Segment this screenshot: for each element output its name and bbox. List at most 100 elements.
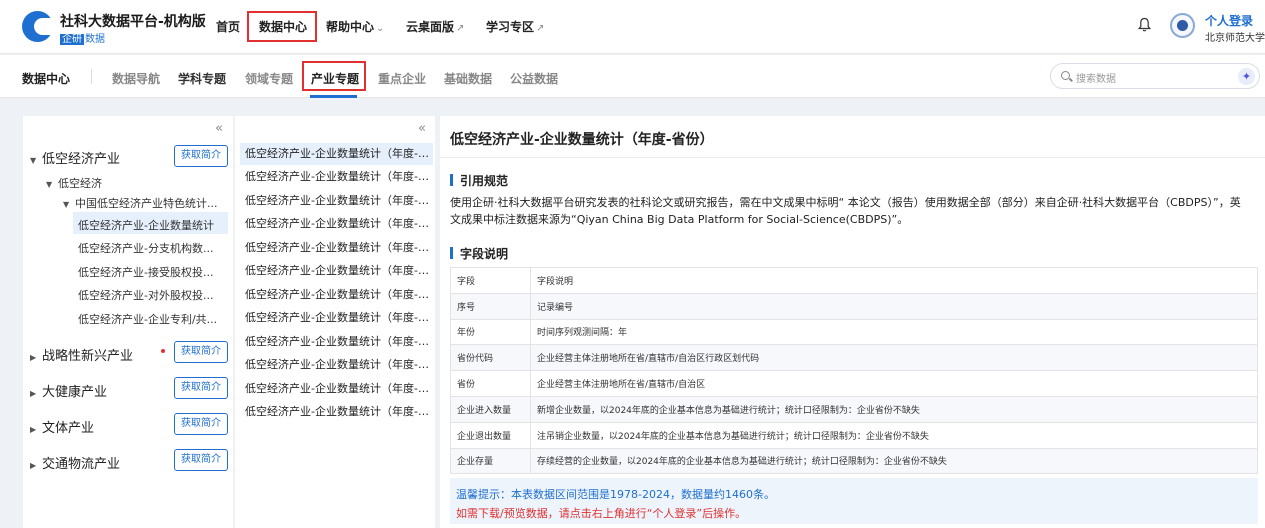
tab-field-topics[interactable]: 领域专题 bbox=[245, 70, 293, 87]
tree-leaf[interactable]: 低空经济产业-企业数量统计 bbox=[78, 217, 214, 233]
collapse-left-icon[interactable]: « bbox=[215, 121, 223, 136]
tree-leaf[interactable]: 低空经济产业-对外股权投... bbox=[78, 287, 213, 303]
nav-help-center[interactable]: 帮助中心 ⌄ bbox=[326, 18, 384, 35]
tree-leaf[interactable]: 低空经济产业-分支机构数... bbox=[78, 240, 213, 256]
search-icon bbox=[1061, 71, 1070, 80]
table-row: 序号 记录编号 bbox=[450, 293, 1258, 320]
login-required-tip: 如需下载/预览数据，请点击右上角进行“个人登录”后操作。 bbox=[456, 507, 747, 520]
tree-node-logistics[interactable]: ▶ 交通物流产业 bbox=[30, 453, 120, 472]
table-cell: 年份 bbox=[450, 319, 531, 346]
table-row: 省份代码 企业经营主体注册地所在省/直辖市/自治区行政区划代码 bbox=[450, 344, 1258, 372]
external-link-icon: ↗ bbox=[536, 23, 545, 34]
list-item[interactable]: 低空经济产业-企业数量统计（年度-行业） bbox=[240, 213, 433, 235]
tab-key-enterprises[interactable]: 重点企业 bbox=[378, 70, 426, 87]
bell-icon[interactable] bbox=[1138, 17, 1151, 32]
caret-right-icon: ▶ bbox=[30, 389, 37, 398]
table-cell: 新增企业数量，以2024年底的企业基本信息为基础进行统计；统计口径限制为：企业省… bbox=[530, 396, 1258, 423]
tree-leaf[interactable]: 低空经济产业-企业专利/共... bbox=[78, 311, 217, 327]
active-tab-underline bbox=[310, 95, 357, 98]
table-cell: 存续经营的企业数量，以2024年底的企业基本信息为基础进行统计；统计口径限制为：… bbox=[530, 448, 1258, 475]
tree-node-strategic-emerging[interactable]: ▶ 战略性新兴产业 bbox=[30, 345, 133, 364]
table-cell: 企业进入数量 bbox=[450, 396, 531, 423]
tab-data-navigation[interactable]: 数据导航 bbox=[112, 70, 160, 87]
list-item[interactable]: 低空经济产业-企业数量统计（年度-省份-行业） bbox=[240, 237, 433, 259]
sub-navbar: 数据中心 数据导航 学科专题 领域专题 产业专题 重点企业 基础数据 公益数据 … bbox=[0, 55, 1265, 98]
dataset-detail-panel: 低空经济产业-企业数量统计（年度-省份） 引用规范 使用企研·社科大数据平台研究… bbox=[440, 116, 1265, 528]
list-item[interactable]: 低空经济产业-企业数量统计（年度-城市-行业） bbox=[240, 260, 433, 282]
top-header: 社科大数据平台-机构版 企研 数据 首页 数据中心 帮助中心 ⌄ 云桌面版 ↗ 学习专… bbox=[0, 0, 1265, 54]
tab-subject-topics[interactable]: 学科专题 bbox=[178, 70, 226, 87]
tree-node-culture-sports[interactable]: ▶ 文体产业 bbox=[30, 417, 94, 436]
citation-heading: 引用规范 bbox=[450, 172, 508, 189]
new-dot-badge bbox=[161, 349, 165, 353]
collapse-mid-icon[interactable]: « bbox=[418, 121, 426, 136]
table-cell: 字段 bbox=[450, 267, 531, 294]
notice-box: 温馨提示：本表数据区间范围是1978-2024，数据量约1460条。 如需下载/… bbox=[450, 478, 1258, 524]
list-item[interactable]: 低空经济产业-企业数量统计（年度-登记状态） bbox=[240, 354, 433, 376]
brand-chip: 企研 bbox=[60, 34, 84, 45]
table-row: 字段 字段说明 bbox=[450, 267, 1258, 294]
sub-nav-title: 数据中心 bbox=[22, 72, 71, 86]
table-row: 企业存量 存续经营的企业数量，以2024年底的企业基本信息为基础进行统计；统计口径… bbox=[450, 448, 1258, 475]
list-item[interactable]: 低空经济产业-企业数量统计（年度-区县） bbox=[240, 190, 433, 212]
caret-down-icon: ▼ bbox=[63, 200, 70, 209]
table-cell: 企业存量 bbox=[450, 448, 531, 475]
table-cell: 注吊销企业数量，以2024年底的企业基本信息为基础进行统计；统计口径限制为：企业… bbox=[530, 422, 1258, 449]
table-cell: 省份 bbox=[450, 370, 531, 397]
divider bbox=[440, 157, 1265, 158]
divider bbox=[91, 69, 92, 84]
table-cell: 记录编号 bbox=[530, 293, 1258, 320]
get-intro-button[interactable]: 获取简介 bbox=[174, 449, 228, 471]
table-row: 企业退出数量 注吊销企业数量，以2024年底的企业基本信息为基础进行统计；统计口径… bbox=[450, 422, 1258, 449]
tab-basic-data[interactable]: 基础数据 bbox=[444, 70, 492, 87]
nav-cloud-desktop[interactable]: 云桌面版 ↗ bbox=[406, 18, 464, 35]
data-range-tip: 温馨提示：本表数据区间范围是1978-2024，数据量约1460条。 bbox=[456, 488, 775, 501]
get-intro-button[interactable]: 获取简介 bbox=[174, 341, 228, 363]
list-item[interactable]: 低空经济产业-企业数量统计（年度-注册资本） bbox=[240, 307, 433, 329]
brand-subtitle: 企研 数据 bbox=[60, 30, 105, 45]
table-cell: 企业经营主体注册地所在省/直辖市/自治区 bbox=[530, 370, 1258, 397]
table-cell: 字段说明 bbox=[530, 267, 1258, 294]
caret-down-icon: ▼ bbox=[30, 156, 37, 165]
page-title: 低空经济产业-企业数量统计（年度-省份） bbox=[450, 132, 714, 148]
list-item[interactable]: 低空经济产业-企业数量统计（年度-城市） bbox=[240, 166, 433, 188]
get-intro-button[interactable]: 获取简介 bbox=[174, 413, 228, 435]
brand-tail: 数据 bbox=[85, 34, 105, 45]
table-row: 年份 时间序列观测间隔：年 bbox=[450, 319, 1258, 346]
list-item[interactable]: 低空经济产业-企业数量统计（年度-城市-类型） bbox=[240, 401, 433, 423]
caret-down-icon: ▼ bbox=[46, 180, 53, 189]
tab-public-data[interactable]: 公益数据 bbox=[510, 70, 558, 87]
table-cell: 企业退出数量 bbox=[450, 422, 531, 449]
caret-right-icon: ▶ bbox=[30, 353, 37, 362]
nav-learning-zone[interactable]: 学习专区 ↗ bbox=[486, 18, 544, 35]
logo-icon[interactable] bbox=[22, 11, 53, 42]
tree-node-low-altitude[interactable]: ▼ 低空经济产业 bbox=[30, 148, 120, 167]
caret-right-icon: ▶ bbox=[30, 461, 37, 470]
tree-leaf[interactable]: 低空经济产业-接受股权投... bbox=[78, 264, 213, 280]
caret-right-icon: ▶ bbox=[30, 425, 37, 434]
list-item[interactable]: 低空经济产业-企业数量统计（年度-企业类型） bbox=[240, 331, 433, 353]
list-item[interactable]: 低空经济产业-企业数量统计（年度-区县-行业） bbox=[240, 284, 433, 306]
dataset-list-panel: « 低空经济产业-企业数量统计（年度-省份） 低空经济产业-企业数量统计（年度-… bbox=[235, 116, 435, 528]
citation-text: 使用企研·社科大数据平台研究发表的社科论文或研究报告，需在中文成果中标明“ 本论… bbox=[450, 196, 1241, 226]
avatar[interactable] bbox=[1170, 13, 1195, 38]
brand-title[interactable]: 社科大数据平台-机构版 bbox=[60, 11, 206, 31]
nav-home[interactable]: 首页 bbox=[216, 18, 240, 35]
table-row: 企业进入数量 新增企业数量，以2024年底的企业基本信息为基础进行统计；统计口径限… bbox=[450, 396, 1258, 423]
field-table: 字段 字段说明 序号 记录编号 年份 时间序列观测间隔：年 省份代码 企业经营主体注册地… bbox=[450, 267, 1258, 475]
search-input[interactable]: 搜索数据 ✦ bbox=[1050, 63, 1260, 89]
get-intro-button[interactable]: 获取简介 bbox=[174, 145, 228, 167]
login-link[interactable]: 个人登录 bbox=[1205, 12, 1253, 29]
tree-node-low-altitude-economy[interactable]: ▼ 低空经济 bbox=[46, 175, 102, 191]
table-cell: 时间序列观测间隔：年 bbox=[530, 319, 1258, 346]
nav-highlight-box bbox=[247, 11, 317, 42]
get-intro-button[interactable]: 获取简介 bbox=[174, 377, 228, 399]
list-item[interactable]: 低空经济产业-企业数量统计（年度-省份-类型） bbox=[240, 378, 433, 400]
list-item[interactable]: 低空经济产业-企业数量统计（年度-省份） bbox=[240, 143, 433, 165]
search-placeholder: 搜索数据 bbox=[1076, 74, 1116, 85]
sparkle-icon[interactable]: ✦ bbox=[1238, 68, 1255, 85]
category-tree-panel: « ▼ 低空经济产业 获取简介 ▼ 低空经济 ▼ 中国低空经济产业特色统计... 低空… bbox=[23, 116, 233, 528]
tree-node-health[interactable]: ▶ 大健康产业 bbox=[30, 381, 107, 400]
chevron-down-icon: ⌄ bbox=[376, 23, 385, 34]
tree-node-stats[interactable]: ▼ 中国低空经济产业特色统计... bbox=[63, 195, 218, 211]
